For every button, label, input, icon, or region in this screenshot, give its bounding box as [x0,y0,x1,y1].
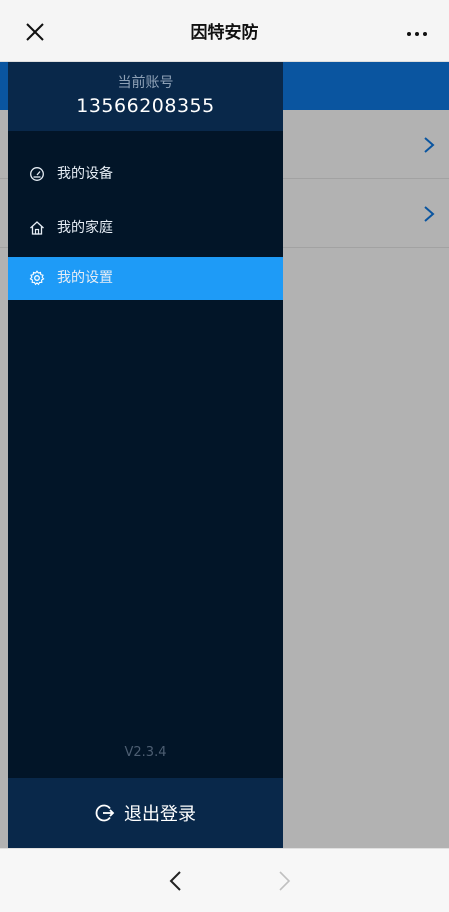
gear-icon [29,270,45,286]
logout-content: 退出登录 [8,778,283,848]
account-label: 当前账号 [117,75,174,91]
chevron-right-icon[interactable] [274,869,294,893]
home-icon [30,221,44,235]
menu-item-label: 我的设备 [57,166,113,182]
top-bar: 因特安防 [0,0,449,62]
gauge-icon [30,167,44,181]
bottom-nav-bar [0,848,449,912]
logout-button[interactable]: 退出登录 [8,778,283,848]
logout-label: 退出登录 [124,804,196,825]
app-screen: 因特安防 当前账号 13566208355 我的设备 我的家庭 我的设置 V2.… [0,0,449,912]
version-label: V2.3.4 [124,745,167,760]
more-dots-icon[interactable] [403,18,431,46]
account-phone: 13566208355 [76,95,215,117]
side-drawer: 当前账号 13566208355 我的设备 我的家庭 我的设置 V2.3.4 退… [8,62,283,848]
account-panel: 当前账号 13566208355 [8,62,283,131]
page-title: 因特安防 [190,23,259,43]
logout-icon [95,804,115,822]
menu-item-devices[interactable]: 我的设备 [8,153,283,196]
menu-item-home[interactable]: 我的家庭 [8,207,283,250]
menu-item-label: 我的设置 [57,270,113,286]
menu-item-label: 我的家庭 [57,220,113,236]
menu-item-settings[interactable]: 我的设置 [8,257,283,300]
chevron-left-icon[interactable] [166,869,186,893]
